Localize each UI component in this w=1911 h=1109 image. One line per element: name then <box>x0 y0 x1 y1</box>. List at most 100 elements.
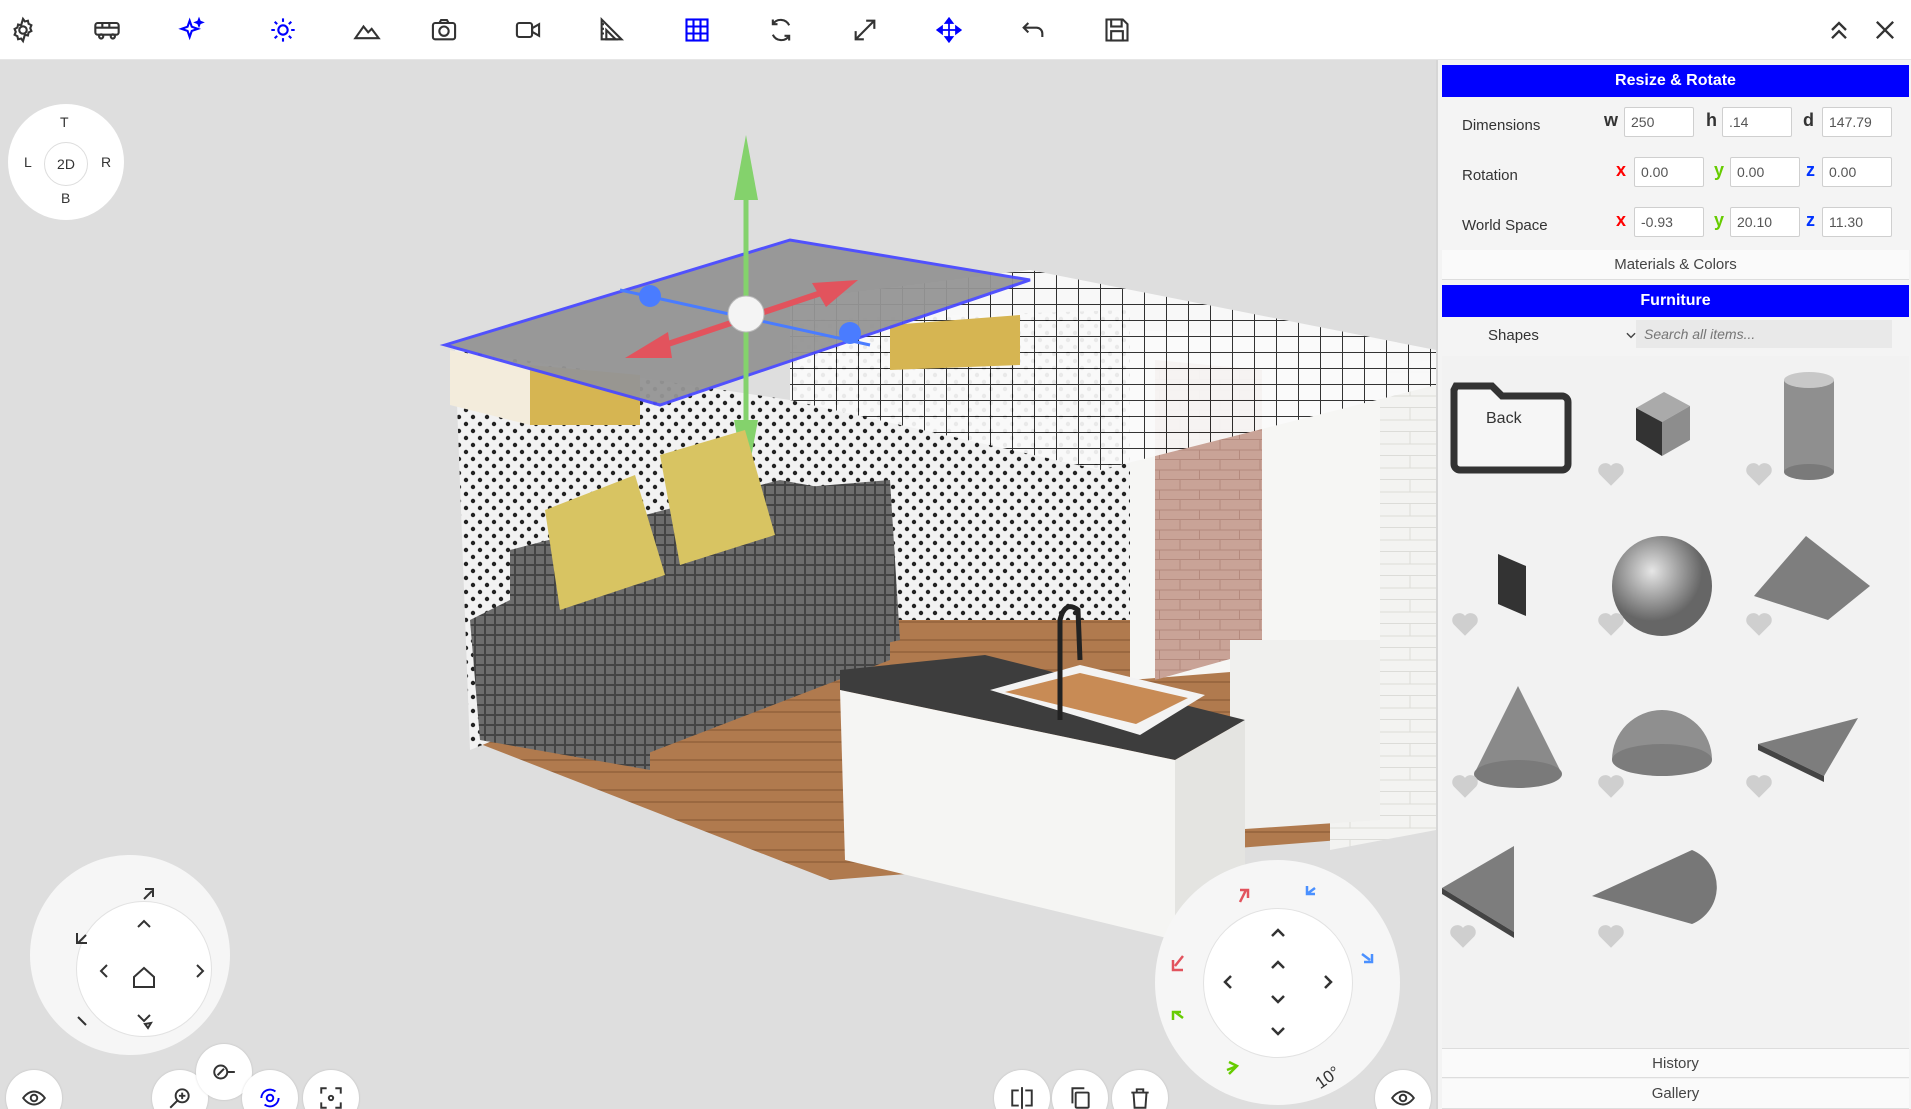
trash-icon <box>1131 1088 1149 1109</box>
mirror-icon <box>1011 1087 1033 1109</box>
back-label: Back <box>1486 410 1522 427</box>
shape-item-cone[interactable] <box>1446 678 1586 818</box>
copy-icon <box>1071 1087 1090 1109</box>
world-z-axis-label: z <box>1806 210 1815 230</box>
world-space-label: World Space <box>1462 217 1548 234</box>
shape-item-half-disc[interactable] <box>1592 828 1732 968</box>
item-grid: Back <box>1442 356 1909 1086</box>
world-x-axis-label: x <box>1616 210 1627 230</box>
view-right-label[interactable]: R <box>101 154 111 170</box>
shape-item-sphere[interactable] <box>1592 516 1732 656</box>
camera-nav-wheel[interactable] <box>30 855 230 1055</box>
delivery-truck-icon[interactable] <box>85 8 129 52</box>
orbit-left-arrow-icon <box>76 933 87 944</box>
camera-nav-arrows <box>76 888 205 1030</box>
grid-icon[interactable] <box>675 8 719 52</box>
rotation-z-axis-label: z <box>1806 160 1815 180</box>
favorite-heart-icon[interactable] <box>1594 918 1628 952</box>
rotation-label: Rotation <box>1462 167 1518 184</box>
rotation-z-input[interactable] <box>1822 157 1892 187</box>
sun-icon[interactable] <box>261 8 305 52</box>
move-back-icon <box>1271 1027 1285 1036</box>
shape-item-dome[interactable] <box>1592 678 1732 818</box>
undo-icon[interactable] <box>1011 8 1055 52</box>
save-icon[interactable] <box>1095 8 1139 52</box>
collapse-up-icon[interactable] <box>1817 8 1861 52</box>
pan-up-icon <box>137 919 151 928</box>
mountain-icon[interactable] <box>345 8 389 52</box>
eye-icon <box>21 1090 47 1106</box>
height-input[interactable] <box>1722 107 1792 137</box>
move-icon[interactable] <box>927 8 971 52</box>
depth-input[interactable] <box>1822 107 1892 137</box>
favorite-heart-icon[interactable] <box>1446 918 1480 952</box>
furniture-title: Furniture <box>1640 292 1711 309</box>
top-toolbar <box>0 0 1911 60</box>
shape-item-wedge[interactable] <box>1740 678 1880 818</box>
favorite-heart-icon[interactable] <box>1594 456 1628 490</box>
shape-item-cube[interactable] <box>1592 366 1732 506</box>
rotation-x-input[interactable] <box>1634 157 1704 187</box>
favorite-heart-icon[interactable] <box>1742 606 1776 640</box>
furniture-header[interactable]: Furniture <box>1442 285 1909 317</box>
settings-icon[interactable] <box>1 8 45 52</box>
shape-item-pyramid[interactable] <box>1740 516 1880 656</box>
camera-icon[interactable] <box>422 8 466 52</box>
favorite-heart-icon[interactable] <box>1594 606 1628 640</box>
gallery-tab[interactable]: Gallery <box>1442 1079 1909 1109</box>
width-axis-label: w <box>1604 110 1619 130</box>
pan-left-icon <box>99 964 108 978</box>
favorite-heart-icon[interactable] <box>1742 456 1776 490</box>
video-camera-icon[interactable] <box>506 8 550 52</box>
materials-colors-label: Materials & Colors <box>1614 256 1737 273</box>
world-y-input[interactable] <box>1730 207 1800 237</box>
world-y-axis-label: y <box>1714 210 1725 230</box>
world-z-input[interactable] <box>1822 207 1892 237</box>
category-selected-value: Shapes <box>1488 326 1539 344</box>
width-input[interactable] <box>1624 107 1694 137</box>
orbit-down-arrow-icon <box>77 1016 87 1026</box>
back-folder-button[interactable]: Back <box>1446 366 1586 506</box>
eye-icon <box>1390 1090 1416 1106</box>
dimensions-label: Dimensions <box>1462 117 1541 134</box>
favorite-heart-icon[interactable] <box>1448 606 1482 640</box>
favorite-heart-icon[interactable] <box>1448 768 1482 802</box>
resize-rotate-header[interactable]: Resize & Rotate <box>1442 65 1909 97</box>
close-icon[interactable] <box>1863 8 1907 52</box>
favorite-heart-icon[interactable] <box>1594 768 1628 802</box>
rotate-y-positive-icon <box>1171 1010 1184 1020</box>
pan-right-icon <box>196 964 205 978</box>
search-input[interactable] <box>1636 320 1892 348</box>
history-tab[interactable]: History <box>1442 1048 1909 1078</box>
ruler-angle-icon[interactable] <box>589 8 633 52</box>
zoom-out-icon <box>213 1064 235 1080</box>
favorite-heart-icon[interactable] <box>1742 768 1776 802</box>
rotate-x-positive-icon <box>1238 888 1250 903</box>
view-2d-button[interactable]: 2D <box>44 142 88 186</box>
materials-colors-tab[interactable]: Materials & Colors <box>1442 250 1909 280</box>
shape-item-cylinder[interactable] <box>1740 366 1880 506</box>
rotate-y-negative-icon <box>1226 1060 1240 1075</box>
view-2d-label: 2D <box>57 156 75 172</box>
view-top-label[interactable]: T <box>60 114 69 130</box>
view-bottom-label[interactable]: B <box>61 190 70 206</box>
pan-down-icon <box>137 1014 151 1023</box>
shape-item-plane[interactable] <box>1446 516 1586 656</box>
history-label: History <box>1652 1054 1699 1072</box>
rotate-icon[interactable] <box>759 8 803 52</box>
shape-item-triangle[interactable] <box>1438 828 1578 968</box>
focus-frame-icon <box>320 1087 342 1109</box>
category-select[interactable]: Shapes <box>1488 320 1638 350</box>
3d-viewport[interactable]: T L 2D R B 10° <box>0 60 1436 1109</box>
rotation-y-input[interactable] <box>1730 157 1800 187</box>
world-x-input[interactable] <box>1634 207 1704 237</box>
orbit-camera-icon <box>260 1088 280 1108</box>
view-cube[interactable]: T L 2D R B <box>8 104 124 220</box>
object-transform-wheel[interactable]: 10° <box>1155 860 1400 1105</box>
view-left-label[interactable]: L <box>24 154 32 170</box>
properties-panel: Resize & Rotate Dimensions w h d Rotatio… <box>1436 60 1911 1109</box>
resize-rotate-title: Resize & Rotate <box>1615 72 1736 89</box>
expand-icon[interactable] <box>843 8 887 52</box>
sparkle-icon[interactable] <box>170 8 214 52</box>
move-left-icon <box>1223 975 1232 989</box>
